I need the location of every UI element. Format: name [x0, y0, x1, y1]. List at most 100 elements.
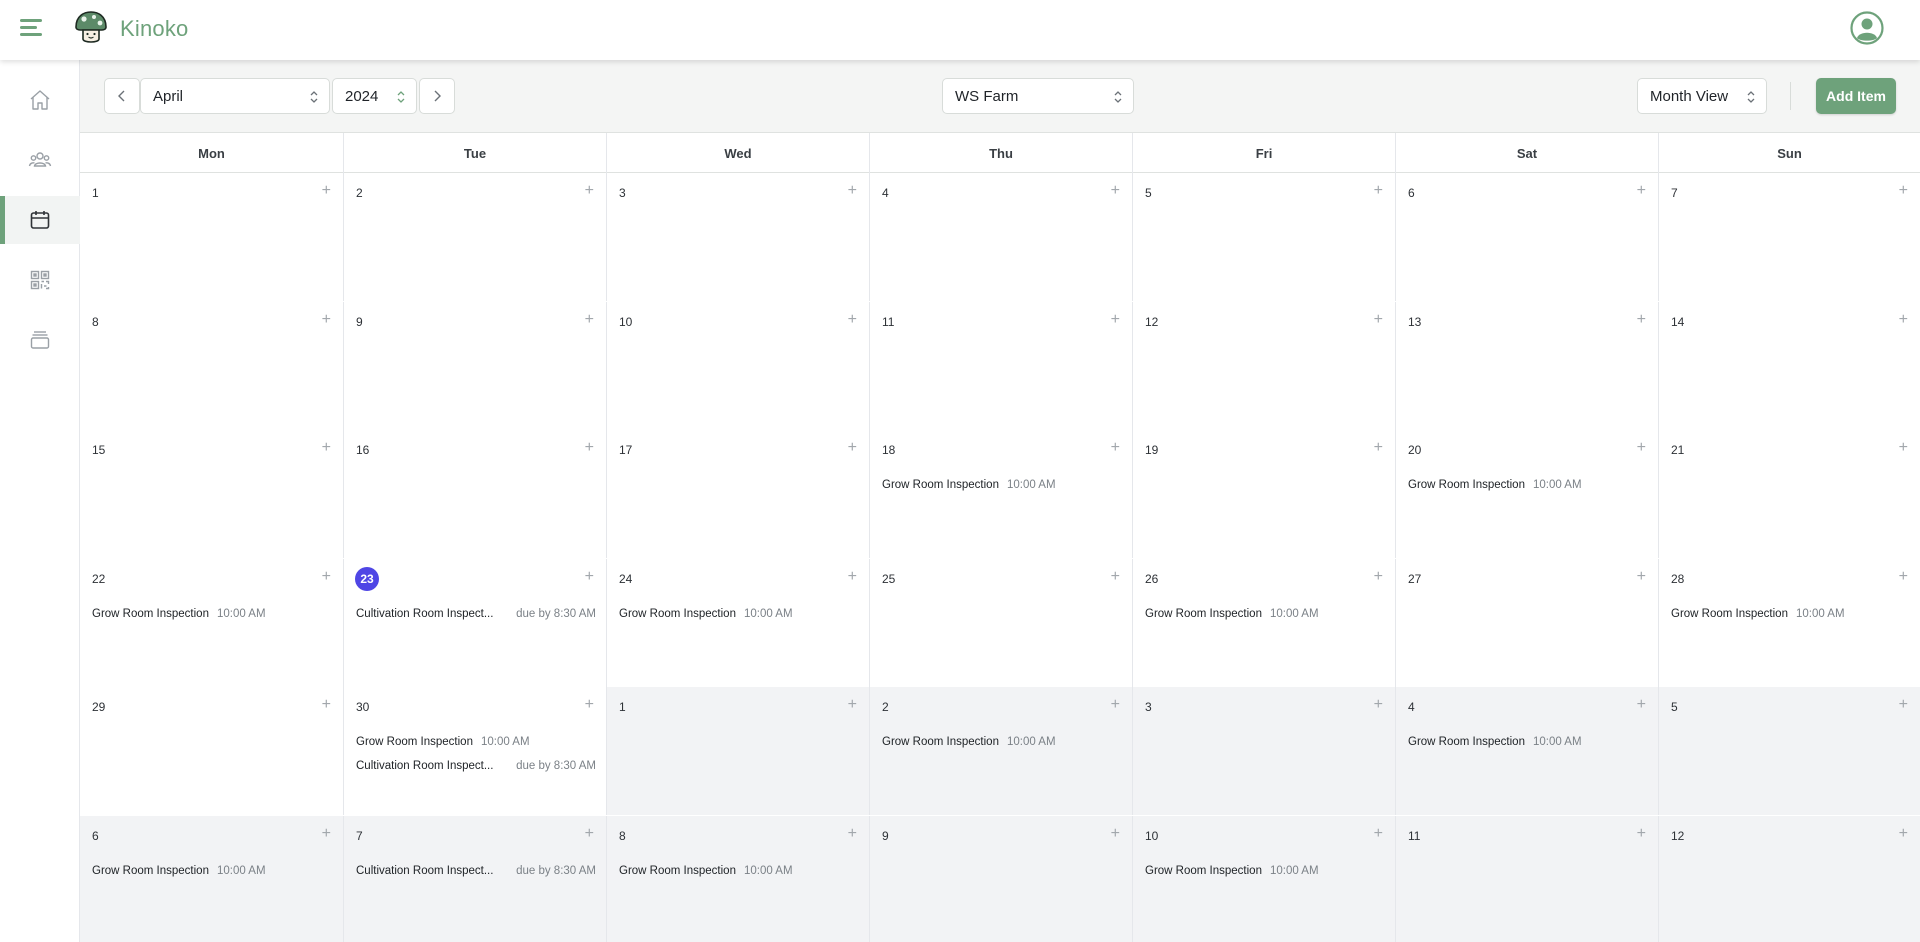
day-cell[interactable]: 8 + Grow Room Inspection 10:00 AM	[606, 815, 869, 942]
add-event-plus-icon[interactable]: +	[1637, 440, 1646, 456]
add-event-plus-icon[interactable]: +	[322, 311, 331, 328]
calendar-event[interactable]: Grow Room Inspection 10:00 AM	[356, 730, 596, 754]
add-event-plus-icon[interactable]: +	[1374, 440, 1383, 456]
calendar-event[interactable]: Grow Room Inspection 10:00 AM	[619, 602, 859, 626]
add-event-plus-icon[interactable]: +	[322, 825, 331, 842]
day-cell[interactable]: 28 + Grow Room Inspection 10:00 AM	[1658, 558, 1920, 687]
day-cell[interactable]: 2 +	[343, 173, 606, 301]
add-event-plus-icon[interactable]: +	[1899, 311, 1908, 328]
calendar-event[interactable]: Grow Room Inspection 10:00 AM	[1408, 730, 1648, 754]
add-event-plus-icon[interactable]: +	[848, 311, 857, 328]
add-event-plus-icon[interactable]: +	[1637, 311, 1646, 328]
day-cell[interactable]: 9 +	[343, 301, 606, 430]
day-cell[interactable]: 10 +	[606, 301, 869, 430]
day-cell[interactable]: 6 +	[1395, 173, 1658, 301]
add-event-plus-icon[interactable]: +	[322, 183, 331, 199]
day-cell[interactable]: 20 + Grow Room Inspection 10:00 AM	[1395, 430, 1658, 558]
day-cell[interactable]: 25 +	[869, 558, 1132, 687]
day-cell[interactable]: 9 +	[869, 815, 1132, 942]
add-event-plus-icon[interactable]: +	[1899, 697, 1908, 713]
add-event-plus-icon[interactable]: +	[848, 183, 857, 199]
add-event-plus-icon[interactable]: +	[1111, 440, 1120, 456]
add-event-plus-icon[interactable]: +	[1111, 183, 1120, 199]
farm-select[interactable]: WS Farm	[942, 78, 1134, 114]
add-event-plus-icon[interactable]: +	[1374, 183, 1383, 199]
calendar-event[interactable]: Grow Room Inspection 10:00 AM	[1408, 473, 1648, 497]
day-cell[interactable]: 10 + Grow Room Inspection 10:00 AM	[1132, 815, 1395, 942]
calendar-event[interactable]: Grow Room Inspection 10:00 AM	[882, 473, 1122, 497]
calendar-event[interactable]: Grow Room Inspection 10:00 AM	[1671, 602, 1910, 626]
hamburger-menu-icon[interactable]	[20, 18, 44, 38]
sidebar-item-inventory[interactable]	[0, 316, 80, 364]
sidebar-item-qr-codes[interactable]	[0, 256, 80, 304]
add-event-plus-icon[interactable]: +	[1111, 568, 1120, 585]
day-cell[interactable]: 16 +	[343, 430, 606, 558]
add-event-plus-icon[interactable]: +	[585, 697, 594, 713]
add-event-plus-icon[interactable]: +	[1637, 697, 1646, 713]
day-cell[interactable]: 30 + Grow Room Inspection 10:00 AM Cultivati…	[343, 687, 606, 815]
year-select[interactable]: 2024	[332, 78, 417, 114]
day-cell[interactable]: 11 +	[869, 301, 1132, 430]
add-item-button[interactable]: Add Item	[1816, 78, 1896, 114]
day-cell[interactable]: 4 +	[869, 173, 1132, 301]
day-cell[interactable]: 5 +	[1132, 173, 1395, 301]
month-select[interactable]: April	[140, 78, 330, 114]
view-select[interactable]: Month View	[1637, 78, 1767, 114]
calendar-event[interactable]: Grow Room Inspection 10:00 AM	[882, 730, 1122, 754]
day-cell[interactable]: 3 +	[606, 173, 869, 301]
day-cell[interactable]: 22 + Grow Room Inspection 10:00 AM	[80, 558, 343, 687]
sidebar-item-home[interactable]	[0, 76, 80, 124]
day-cell[interactable]: 26 + Grow Room Inspection 10:00 AM	[1132, 558, 1395, 687]
day-cell[interactable]: 11 +	[1395, 815, 1658, 942]
day-cell[interactable]: 15 +	[80, 430, 343, 558]
next-month-button[interactable]	[419, 78, 455, 114]
add-event-plus-icon[interactable]: +	[322, 440, 331, 456]
day-cell[interactable]: 2 + Grow Room Inspection 10:00 AM	[869, 687, 1132, 815]
add-event-plus-icon[interactable]: +	[1111, 311, 1120, 328]
add-event-plus-icon[interactable]: +	[1899, 825, 1908, 842]
add-event-plus-icon[interactable]: +	[1374, 697, 1383, 713]
sidebar-item-users[interactable]	[0, 136, 80, 184]
calendar-event[interactable]: Grow Room Inspection 10:00 AM	[92, 602, 333, 626]
add-event-plus-icon[interactable]: +	[1374, 311, 1383, 328]
day-cell[interactable]: 19 +	[1132, 430, 1395, 558]
day-cell[interactable]: 24 + Grow Room Inspection 10:00 AM	[606, 558, 869, 687]
day-cell[interactable]: 7 +	[1658, 173, 1920, 301]
day-cell[interactable]: 3 +	[1132, 687, 1395, 815]
day-cell[interactable]: 7 + Cultivation Room Inspect... due by 8:30…	[343, 815, 606, 942]
user-avatar-icon[interactable]	[1850, 11, 1884, 45]
day-cell[interactable]: 27 +	[1395, 558, 1658, 687]
day-cell[interactable]: 14 +	[1658, 301, 1920, 430]
day-cell[interactable]: 21 +	[1658, 430, 1920, 558]
calendar-event[interactable]: Grow Room Inspection 10:00 AM	[92, 859, 333, 883]
add-event-plus-icon[interactable]: +	[585, 568, 594, 585]
calendar-event[interactable]: Grow Room Inspection 10:00 AM	[619, 859, 859, 883]
add-event-plus-icon[interactable]: +	[585, 311, 594, 328]
day-cell[interactable]: 6 + Grow Room Inspection 10:00 AM	[80, 815, 343, 942]
add-event-plus-icon[interactable]: +	[848, 697, 857, 713]
add-event-plus-icon[interactable]: +	[585, 825, 594, 842]
sidebar-item-calendar[interactable]	[0, 196, 80, 244]
add-event-plus-icon[interactable]: +	[1899, 440, 1908, 456]
add-event-plus-icon[interactable]: +	[322, 568, 331, 585]
day-cell[interactable]: 8 +	[80, 301, 343, 430]
calendar-event[interactable]: Cultivation Room Inspect... due by 8:30 A…	[356, 602, 596, 626]
day-cell[interactable]: 23 + Cultivation Room Inspect... due by 8:3…	[343, 558, 606, 687]
add-event-plus-icon[interactable]: +	[1374, 568, 1383, 585]
add-event-plus-icon[interactable]: +	[1111, 697, 1120, 713]
add-event-plus-icon[interactable]: +	[1637, 183, 1646, 199]
calendar-event[interactable]: Cultivation Room Inspect... due by 8:30 A…	[356, 859, 596, 883]
calendar-event[interactable]: Cultivation Room Inspect... due by 8:30 A…	[356, 754, 596, 778]
day-cell[interactable]: 13 +	[1395, 301, 1658, 430]
add-event-plus-icon[interactable]: +	[1637, 825, 1646, 842]
add-event-plus-icon[interactable]: +	[1899, 568, 1908, 585]
prev-month-button[interactable]	[104, 78, 140, 114]
day-cell[interactable]: 18 + Grow Room Inspection 10:00 AM	[869, 430, 1132, 558]
day-cell[interactable]: 29 +	[80, 687, 343, 815]
add-event-plus-icon[interactable]: +	[585, 440, 594, 456]
day-cell[interactable]: 5 +	[1658, 687, 1920, 815]
add-event-plus-icon[interactable]: +	[848, 568, 857, 585]
add-event-plus-icon[interactable]: +	[1111, 825, 1120, 842]
day-cell[interactable]: 12 +	[1658, 815, 1920, 942]
add-event-plus-icon[interactable]: +	[1374, 825, 1383, 842]
